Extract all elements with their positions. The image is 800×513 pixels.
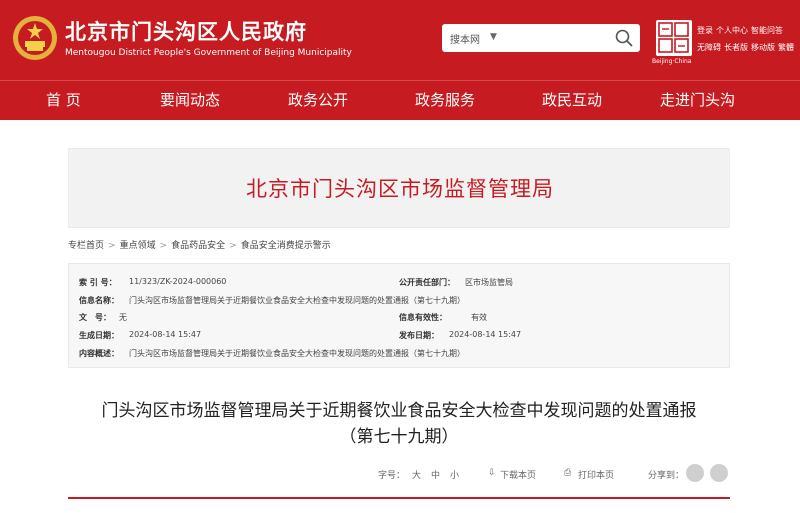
document-info-table: 索 引 号： 11/323/ZK-2024-000060 公开责任部门： 区市场… bbox=[68, 263, 730, 368]
logo-caption: Beijing·China bbox=[652, 58, 692, 65]
breadcrumb-item[interactable]: 重点领域 bbox=[120, 241, 156, 251]
search-icon[interactable] bbox=[614, 28, 634, 48]
font-large-button[interactable]: 大 bbox=[412, 468, 421, 481]
font-small-button[interactable]: 小 bbox=[450, 468, 459, 481]
nav-item-home[interactable]: 首 页 bbox=[46, 81, 81, 120]
nav-item-interaction[interactable]: 政民互动 bbox=[542, 81, 602, 120]
site-title[interactable]: 北京市门头沟区人民政府 bbox=[65, 16, 307, 46]
search-box: 搜本网 ▼ bbox=[442, 24, 640, 52]
nav-item-news[interactable]: 要闻动态 bbox=[160, 81, 220, 120]
created-date-value: 2024-08-14 15:47 bbox=[129, 330, 202, 339]
validity-value: 有效 bbox=[471, 313, 487, 322]
smart-qa-link[interactable]: 智能问答 bbox=[751, 26, 783, 35]
breadcrumb-item[interactable]: 食品药品安全 bbox=[171, 241, 225, 251]
login-link[interactable]: 登录 bbox=[697, 26, 713, 35]
beijing-logo[interactable] bbox=[656, 20, 692, 56]
header-tools-row-1: 登录 个人中心 智能问答 bbox=[697, 25, 786, 36]
info-row: 信息名称： 门头沟区市场监督管理局关于近期餐饮业食品安全大检查中发现问题的处置通… bbox=[69, 295, 731, 313]
info-row: 内容概述： 门头沟区市场监督管理局关于近期餐饮业食品安全大检查中发现问题的处置通… bbox=[69, 348, 731, 366]
site-header: 北京市门头沟区人民政府 Mentougou District People's … bbox=[0, 0, 800, 80]
article-title-line-2: （第七十九期） bbox=[339, 427, 459, 447]
nav-item-gov-info[interactable]: 政务公开 bbox=[288, 81, 348, 120]
user-center-link[interactable]: 个人中心 bbox=[716, 26, 748, 35]
validity-label: 信息有效性： bbox=[399, 313, 447, 322]
breadcrumb-separator: > bbox=[108, 241, 116, 251]
doc-number-label: 文 号： bbox=[79, 313, 111, 322]
wechat-share-icon[interactable] bbox=[686, 464, 704, 482]
published-date-value: 2024-08-14 15:47 bbox=[449, 330, 522, 339]
weibo-share-icon[interactable] bbox=[710, 464, 728, 482]
info-row: 文 号： 无 信息有效性： 有效 bbox=[69, 312, 731, 330]
info-name-value: 门头沟区市场监督管理局关于近期餐饮业食品安全大检查中发现问题的处置通报（第七十九… bbox=[129, 296, 465, 305]
summary-value: 门头沟区市场监督管理局关于近期餐饮业食品安全大检查中发现问题的处置通报（第七十九… bbox=[129, 349, 465, 358]
doc-number-value: 无 bbox=[119, 313, 127, 322]
summary-label: 内容概述： bbox=[79, 349, 119, 358]
nav-item-about-mentougou[interactable]: 走进门头沟 bbox=[660, 81, 735, 120]
search-input[interactable] bbox=[512, 27, 612, 49]
info-row: 生成日期： 2024-08-14 15:47 发布日期： 2024-08-14 … bbox=[69, 330, 731, 348]
created-date-label: 生成日期： bbox=[79, 331, 119, 340]
breadcrumb-item[interactable]: 食品安全消费提示警示 bbox=[241, 241, 331, 251]
traditional-chinese-link[interactable]: 繁體 bbox=[778, 43, 794, 52]
nav-item-gov-services[interactable]: 政务服务 bbox=[415, 81, 475, 120]
breadcrumb-separator: > bbox=[159, 241, 168, 251]
chevron-down-icon[interactable]: ▼ bbox=[490, 32, 497, 42]
site-subtitle: Mentougou District People's Government o… bbox=[65, 48, 352, 58]
accessibility-link[interactable]: 无障碍 bbox=[697, 43, 721, 52]
article-toolbar: 字号： 大 中 小 ⇩ 下载本页 ⎙ 打印本页 分享到： bbox=[68, 462, 730, 488]
header-tools-row-2: 无障碍 长者版 移动版 繁體 bbox=[697, 42, 797, 53]
download-icon[interactable]: ⇩ bbox=[488, 468, 496, 478]
print-icon[interactable]: ⎙ bbox=[564, 468, 571, 478]
index-label: 索 引 号： bbox=[79, 278, 117, 287]
download-page-link[interactable]: 下载本页 bbox=[500, 468, 536, 481]
banner-title: 北京市门头沟区市场监督管理局 bbox=[246, 177, 554, 201]
article-title-line-1: 门头沟区市场监督管理局关于近期餐饮业食品安全大检查中发现问题的处置通报 bbox=[101, 401, 697, 421]
index-value: 11/323/ZK-2024-000060 bbox=[129, 277, 227, 286]
breadcrumb: 专栏首页 > 重点领域 > 食品药品安全 > 食品安全消费提示警示 bbox=[68, 238, 331, 251]
beijing-logo-icon bbox=[658, 22, 689, 53]
print-page-link[interactable]: 打印本页 bbox=[578, 468, 614, 481]
elder-mode-link[interactable]: 长者版 bbox=[724, 43, 748, 52]
info-row: 索 引 号： 11/323/ZK-2024-000060 公开责任部门： 区市场… bbox=[69, 277, 731, 295]
national-emblem-icon bbox=[13, 16, 57, 60]
mobile-version-link[interactable]: 移动版 bbox=[751, 43, 775, 52]
font-medium-button[interactable]: 中 bbox=[431, 468, 440, 481]
font-size-label: 字号： bbox=[378, 471, 406, 481]
search-scope-select[interactable]: 搜本网 bbox=[450, 31, 480, 46]
published-date-label: 发布日期： bbox=[399, 331, 439, 340]
responsible-dept-value: 区市场监管局 bbox=[465, 278, 513, 287]
info-name-label: 信息名称： bbox=[79, 296, 119, 305]
share-label: 分享到： bbox=[648, 471, 685, 481]
main-nav: 首 页 要闻动态 政务公开 政务服务 政民互动 走进门头沟 bbox=[0, 80, 800, 120]
content-divider bbox=[68, 497, 730, 499]
column-banner: 北京市门头沟区市场监督管理局 bbox=[68, 148, 730, 228]
breadcrumb-separator: > bbox=[229, 241, 237, 251]
responsible-dept-label: 公开责任部门： bbox=[399, 278, 455, 287]
breadcrumb-item[interactable]: 专栏首页 bbox=[68, 241, 104, 251]
